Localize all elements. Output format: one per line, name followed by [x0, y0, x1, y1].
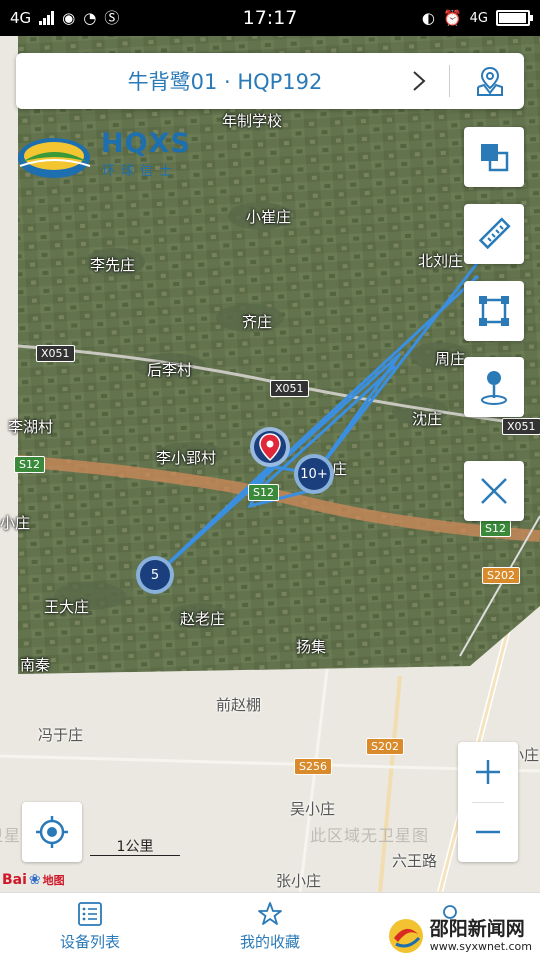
- place-label: 小崔庄: [246, 208, 292, 226]
- site-watermark: 邵阳新闻网 www.syxwnet.com: [386, 916, 532, 956]
- alarm-icon: ⏰: [442, 8, 462, 27]
- map-pin-icon: [259, 433, 281, 461]
- zoom-control: [458, 742, 518, 862]
- place-label: 李小郢村: [156, 449, 217, 467]
- brand-logo: HQXS 环球信士: [16, 128, 201, 182]
- logo-brand: HQXS: [101, 128, 191, 159]
- place-pin-button[interactable]: [464, 357, 524, 417]
- star-icon: [258, 902, 282, 925]
- area-select-button[interactable]: [464, 281, 524, 341]
- place-label: 沈庄: [412, 410, 443, 428]
- road-shield: S12: [248, 484, 279, 501]
- crosshair-icon: [36, 816, 68, 848]
- scale-label: 1公里: [116, 839, 154, 855]
- place-label: 齐庄: [242, 313, 273, 331]
- place-label: 王大庄: [44, 598, 90, 616]
- place-label: 小庄: [0, 514, 31, 532]
- watermark-url: www.syxwnet.com: [429, 939, 532, 953]
- layer-switch-button[interactable]: [464, 127, 524, 187]
- road-shield: X051: [36, 345, 75, 362]
- app-s-icon: Ⓢ: [104, 8, 120, 27]
- wechat-icon: ◉: [62, 8, 76, 27]
- nav-device-list[interactable]: 设备列表: [0, 893, 180, 960]
- place-label: 扬集: [296, 638, 327, 656]
- baidu-text: Bai: [2, 872, 27, 888]
- place-label: 冯于庄: [38, 726, 84, 744]
- cluster-marker[interactable]: 5: [136, 556, 174, 594]
- place-label: 前赵棚: [216, 696, 262, 714]
- scale-bar: [90, 855, 180, 856]
- place-label: 南秦: [20, 656, 51, 674]
- battery-icon: [496, 10, 533, 26]
- network-label: 4G: [10, 9, 32, 27]
- logo-subtitle: 环球信士: [102, 164, 179, 179]
- place-label: 后李村: [147, 361, 193, 379]
- signal-icon: [39, 11, 55, 25]
- nav-favorites-label: 我的收藏: [239, 933, 300, 951]
- place-label: 周庄: [435, 350, 466, 368]
- qq-icon: ◔: [83, 8, 97, 27]
- network-right-label: 4G: [469, 10, 488, 26]
- close-icon: [481, 478, 507, 504]
- cluster-marker[interactable]: 10+: [294, 454, 334, 494]
- location-map-icon[interactable]: [472, 63, 508, 99]
- layers-icon: [481, 144, 509, 172]
- dnd-icon: ◐: [421, 8, 435, 27]
- place-label: 李湖村: [8, 418, 54, 436]
- measure-distance-button[interactable]: [464, 204, 524, 264]
- road-shield: S202: [482, 567, 520, 584]
- map-scale: 1公里: [90, 836, 180, 856]
- watermark-title: 邵阳新闻网: [429, 918, 525, 941]
- paw-icon: ❀: [28, 872, 41, 888]
- road-shield: X051: [270, 380, 309, 397]
- road-shield: S12: [14, 456, 45, 473]
- locate-me-button[interactable]: [22, 802, 82, 862]
- place-label: 李先庄: [90, 256, 136, 274]
- place-label: 赵老庄: [180, 610, 226, 628]
- place-label: 北刘庄: [418, 252, 464, 270]
- device-header[interactable]: 牛背鹭01 · HQP192: [16, 53, 524, 109]
- clear-track-button[interactable]: [464, 461, 524, 521]
- device-title[interactable]: 牛背鹭01 · HQP192: [16, 66, 404, 96]
- road-shield: S12: [480, 520, 511, 537]
- header-divider: [449, 65, 450, 97]
- minus-icon: [476, 830, 500, 834]
- status-bar: 4G ◉ ◔ Ⓢ 17:17 ◐ ⏰ 4G: [0, 0, 540, 36]
- ruler-icon: [478, 217, 511, 250]
- nav-favorites[interactable]: 我的收藏: [180, 893, 360, 960]
- road-shield: S202: [366, 738, 404, 755]
- road-shield: X051: [502, 418, 540, 435]
- place-label: 六王路: [392, 852, 438, 870]
- chevron-right-icon[interactable]: [404, 66, 434, 96]
- place-label: 庄: [332, 460, 348, 478]
- place-label: 张小庄: [276, 872, 322, 890]
- no-satellite-text: 此区域无卫星图: [310, 826, 430, 845]
- place-label: 吴小庄: [290, 800, 336, 818]
- road-shield: S256: [294, 758, 332, 775]
- area-select-icon: [479, 296, 509, 326]
- nav-device-list-label: 设备列表: [59, 933, 120, 951]
- globe-logo-icon: [18, 138, 91, 178]
- zoom-in-button[interactable]: [458, 742, 518, 802]
- plus-icon: [476, 760, 500, 784]
- zoom-out-button[interactable]: [458, 802, 518, 862]
- pin-icon: [481, 371, 507, 405]
- baidu-map-logo: Bai ❀ 地图: [2, 872, 65, 888]
- place-label: 年制学校: [222, 112, 283, 130]
- baidu-text-2: 地图: [42, 874, 65, 887]
- list-icon: [78, 902, 102, 926]
- watermark-logo-icon: [388, 919, 423, 953]
- current-location-marker[interactable]: [250, 427, 290, 467]
